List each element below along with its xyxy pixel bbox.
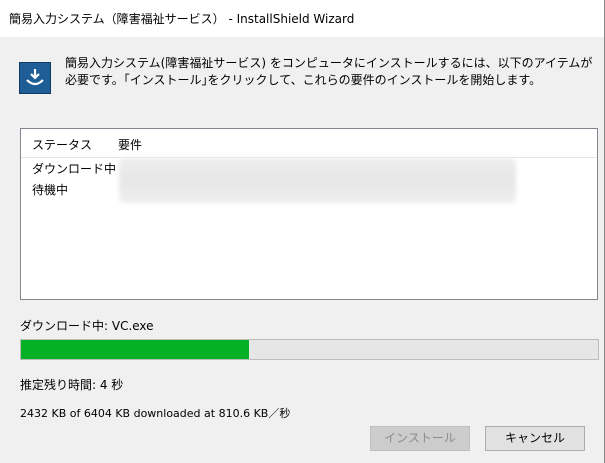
requirement-row-status: 待機中 (32, 183, 69, 197)
requirements-list[interactable]: ステータス 要件 ダウンロード中 待機中 (20, 128, 598, 300)
requirements-list-header: ステータス 要件 (21, 129, 597, 158)
window-title: 簡易入力システム（障害福祉サービス） - InstallShield Wizar… (9, 12, 355, 26)
install-button[interactable]: インストール (370, 426, 470, 451)
installer-window: 簡易入力システム（障害福祉サービス） - InstallShield Wizar… (0, 0, 605, 463)
requirement-row-status: ダウンロード中 (32, 162, 117, 176)
column-header-status: ステータス (32, 138, 93, 152)
installer-app-icon (19, 62, 51, 94)
time-remaining-label: 推定残り時間: 4 秒 (20, 378, 124, 392)
cancel-button[interactable]: キャンセル (485, 426, 585, 451)
installer-glyph-icon (20, 63, 50, 93)
redacted-requirement-names (119, 158, 516, 203)
title-bar[interactable]: 簡易入力システム（障害福祉サービス） - InstallShield Wizar… (0, 0, 604, 37)
header-message: 簡易入力システム(障害福祉サービス) をコンピュータにインストールするには、以下… (65, 56, 593, 87)
download-progress-fill (21, 340, 249, 359)
download-bytes-status: 2432 KB of 6404 KB downloaded at 810.6 K… (20, 407, 291, 420)
column-header-requirement: 要件 (118, 138, 143, 152)
current-download-label: ダウンロード中: VC.exe (20, 319, 154, 333)
download-progress-bar (20, 339, 599, 360)
header-panel: 簡易入力システム(障害福祉サービス) をコンピュータにインストールするには、以下… (0, 37, 604, 122)
